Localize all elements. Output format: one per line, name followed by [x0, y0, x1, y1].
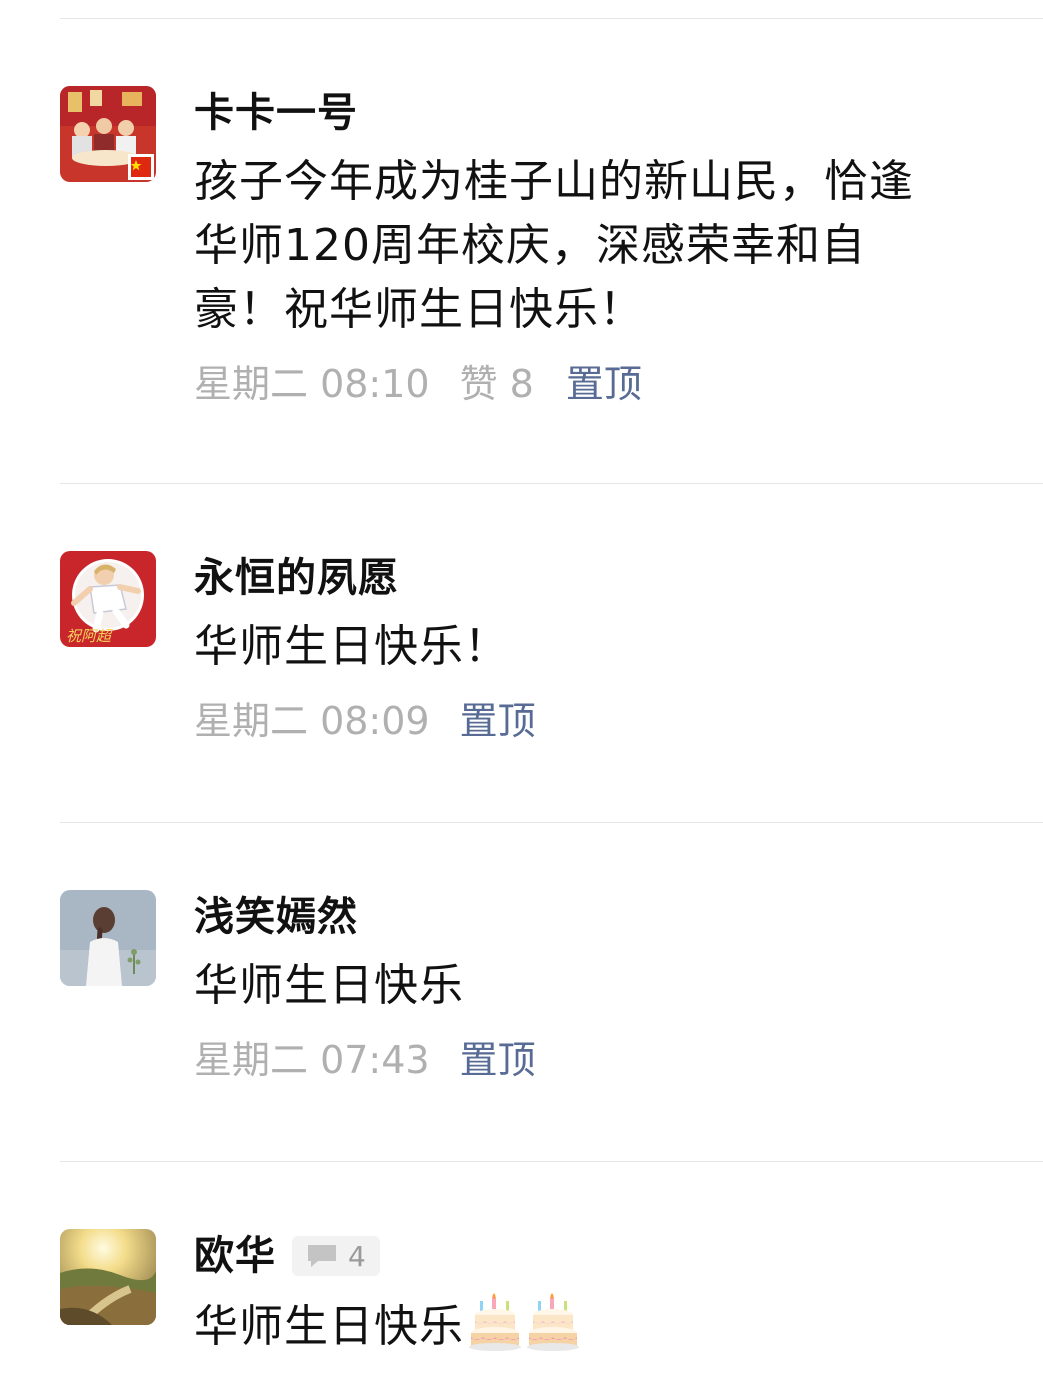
comment-meta: 星期二 08:10 赞 8 置顶	[194, 356, 983, 412]
comment-text-line: 豪！祝华师生日快乐！	[194, 284, 644, 335]
comment-text-line: 孩子今年成为桂子山的新山民，恰逢	[194, 156, 914, 207]
soccer-player-avatar-icon: 祝阿超	[60, 551, 156, 647]
comment-time: 星期二 07:43	[194, 1038, 430, 1082]
commenter-name[interactable]: 欧华	[194, 1229, 276, 1283]
comment-bubble-icon	[308, 1245, 336, 1267]
comment-text: 华师生日快乐	[194, 960, 464, 1011]
pin-button[interactable]: 置顶	[566, 356, 642, 412]
pin-button[interactable]: 置顶	[460, 693, 536, 749]
comment-time: 星期二 08:09	[194, 699, 430, 743]
girl-back-avatar-icon	[60, 890, 156, 986]
svg-text:祝阿超: 祝阿超	[66, 627, 113, 645]
avatar[interactable]	[60, 1229, 156, 1325]
comment-text: 华师生日快乐！	[194, 621, 509, 672]
comment-time: 星期二 08:10	[194, 362, 430, 406]
comment-text-line: 华师120周年校庆，深感荣幸和自	[194, 220, 866, 271]
family-dinner-avatar-icon	[60, 86, 156, 182]
birthday-cake-icon	[468, 1293, 522, 1369]
commenter-name[interactable]: 卡卡一号	[194, 86, 358, 140]
like-count: 赞 8	[459, 362, 534, 406]
pin-button[interactable]: 置顶	[460, 1032, 536, 1088]
comment-text: 孩子今年成为桂子山的新山民，恰逢 华师120周年校庆，深感荣幸和自 豪！祝华师生…	[194, 150, 983, 342]
comment-divider	[60, 1161, 1043, 1162]
reply-count-badge[interactable]: 4	[292, 1236, 380, 1276]
avatar[interactable]: 祝阿超	[60, 551, 156, 647]
comment-text: 华师生日快乐	[194, 1293, 983, 1369]
commenter-name[interactable]: 浅笑嫣然	[194, 890, 358, 944]
comment-meta: 星期二 08:09 置顶	[194, 693, 983, 749]
comment-meta: 星期二 07:43 置顶	[194, 1032, 983, 1088]
commenter-name[interactable]: 永恒的夙愿	[194, 551, 399, 605]
comment-divider	[60, 822, 1043, 823]
reply-count: 4	[348, 1239, 366, 1273]
top-divider	[60, 18, 1043, 19]
avatar[interactable]	[60, 86, 156, 182]
avatar[interactable]	[60, 890, 156, 986]
comment-divider	[60, 483, 1043, 484]
comment-text-content: 华师生日快乐	[194, 1301, 464, 1352]
birthday-cake-icon	[526, 1293, 580, 1369]
sunset-landscape-avatar-icon	[60, 1229, 156, 1325]
